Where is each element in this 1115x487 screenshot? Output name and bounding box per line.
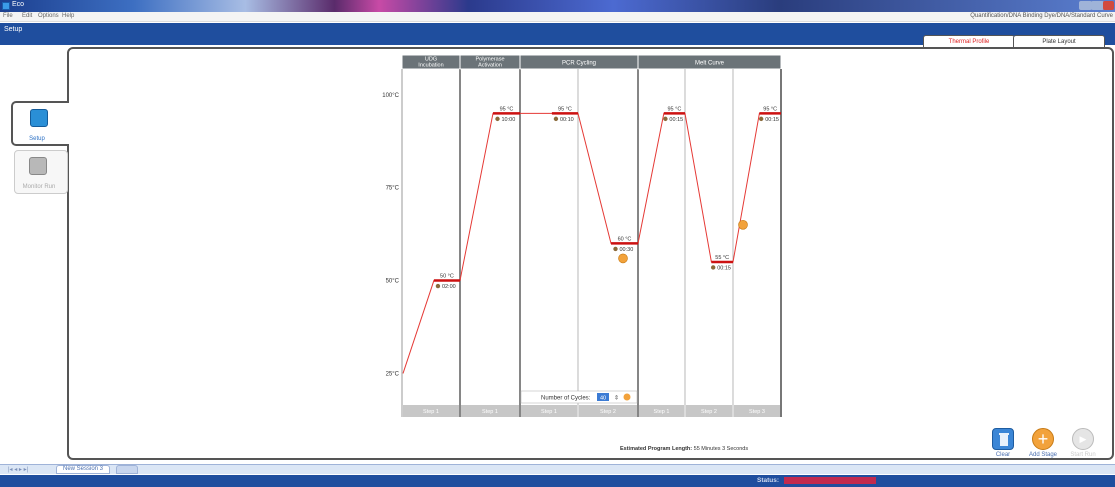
cycles-spinner-icon: ⇕ — [614, 395, 619, 402]
title-bar: Eco — [0, 0, 1115, 12]
stage-header-label: Melt Curve — [695, 61, 725, 67]
step-footer-label: Step 1 — [423, 409, 439, 415]
step-footer-label: Step 1 — [482, 409, 498, 415]
sidebar-item-label: Setup — [29, 136, 45, 142]
y-axis-label: 75°C — [386, 186, 400, 192]
step-hold-time: 10:00 — [502, 117, 516, 123]
step-hold-time: 00:15 — [765, 117, 779, 123]
trash-icon — [999, 433, 1009, 446]
add-stage-label: Add Stage — [1028, 452, 1058, 458]
monitor-run-icon — [29, 157, 47, 175]
stage-header-label: Incubation — [418, 63, 443, 69]
step-temperature: 60 °C — [618, 236, 632, 242]
chart-background — [402, 55, 781, 417]
add-stage-button[interactable]: + — [1032, 428, 1054, 450]
cycles-info-icon[interactable] — [623, 393, 631, 401]
clock-icon — [435, 283, 441, 289]
y-axis-label: 100°C — [382, 93, 399, 99]
section-title: Setup — [4, 26, 23, 33]
sidebar-item-setup[interactable]: Setup — [11, 101, 69, 146]
collect-data-icon[interactable] — [618, 253, 628, 264]
menu-edit[interactable]: Edit — [22, 13, 32, 19]
step-footer-label: Step 1 — [654, 409, 670, 415]
status-label: Status: — [757, 477, 780, 484]
y-axis-label: 25°C — [386, 371, 400, 377]
clock-icon — [711, 265, 716, 270]
stage-header-label: PCR Cycling — [562, 61, 596, 67]
step-temperature: 50 °C — [440, 274, 454, 280]
clear-button[interactable] — [992, 428, 1014, 450]
section-bar: Setup Thermal Profile Plate Layout — [0, 23, 1115, 47]
tab-thermal-profile[interactable]: Thermal Profile — [923, 35, 1015, 47]
clock-icon — [553, 116, 559, 122]
start-run-label: Start Run — [1070, 452, 1096, 458]
thermal-profile-diagram: UDGIncubationPolymeraseActivation PCR Cyc… — [382, 55, 782, 417]
estimated-label: Estimated Program Length: — [620, 446, 693, 452]
clock-icon — [613, 246, 618, 252]
app-icon — [2, 2, 10, 10]
clock-icon — [759, 116, 764, 122]
estimated-program-length: Estimated Program Length: 55 Minutes 3 S… — [620, 446, 748, 452]
tab-plate-layout[interactable]: Plate Layout — [1013, 35, 1105, 47]
start-run-button[interactable]: ▶ — [1072, 428, 1094, 450]
menu-options[interactable]: Options — [38, 13, 59, 19]
stage-header-label: Activation — [478, 63, 502, 69]
step-temperature: 95 °C — [558, 106, 572, 112]
step-hold-time: 00:30 — [620, 247, 634, 253]
plus-icon: + — [1037, 429, 1049, 449]
step-footer-label: Step 2 — [701, 409, 717, 415]
estimated-value: 55 Minutes 3 Seconds — [693, 446, 749, 452]
menu-file[interactable]: File — [3, 13, 13, 19]
number-of-cycles-label: Number of Cycles: — [541, 396, 591, 402]
step-temperature: 95 °C — [763, 106, 777, 112]
step-hold-time: 02:00 — [442, 284, 456, 290]
collect-data-icon[interactable] — [738, 220, 748, 230]
step-temperature: 95 °C — [500, 106, 514, 112]
session-nav-arrows[interactable]: |◂ ◂ ▸ ▸| — [8, 466, 28, 473]
step-footer-label: Step 2 — [600, 409, 616, 415]
step-hold-time: 00:15 — [717, 265, 731, 271]
sidebar-item-label: Monitor Run — [22, 184, 56, 190]
menu-help[interactable]: Help — [62, 13, 74, 19]
step-hold-time: 00:10 — [560, 117, 574, 123]
session-bar: |◂ ◂ ▸ ▸| New Session 3 — [0, 464, 1115, 474]
number-of-cycles-value: 40 — [600, 396, 606, 402]
status-bar: Status: — [0, 475, 1115, 487]
clear-label: Clear — [995, 452, 1011, 458]
clock-icon — [663, 116, 668, 122]
close-button[interactable] — [1103, 1, 1114, 10]
step-footer-label: Step 1 — [541, 409, 557, 415]
experiment-path: Quantification/DNA Binding Dye/DNA/Stand… — [970, 13, 1113, 19]
step-temperature: 95 °C — [668, 106, 682, 112]
y-axis-label: 50°C — [386, 279, 400, 285]
play-icon: ▶ — [1079, 434, 1087, 444]
menu-bar: File Edit Options Help Quantification/DN… — [0, 12, 1115, 22]
step-footer-label: Step 3 — [749, 409, 765, 415]
setup-grid-icon — [30, 109, 48, 127]
status-value — [784, 477, 876, 484]
new-session-tab[interactable] — [116, 465, 138, 474]
sidebar-item-monitor-run[interactable]: Monitor Run — [14, 150, 68, 194]
window-title: Eco — [12, 1, 25, 8]
clock-icon — [495, 116, 500, 122]
step-hold-time: 00:15 — [669, 117, 683, 123]
session-tab[interactable]: New Session 3 — [56, 465, 111, 474]
step-temperature: 55 °C — [715, 255, 729, 261]
